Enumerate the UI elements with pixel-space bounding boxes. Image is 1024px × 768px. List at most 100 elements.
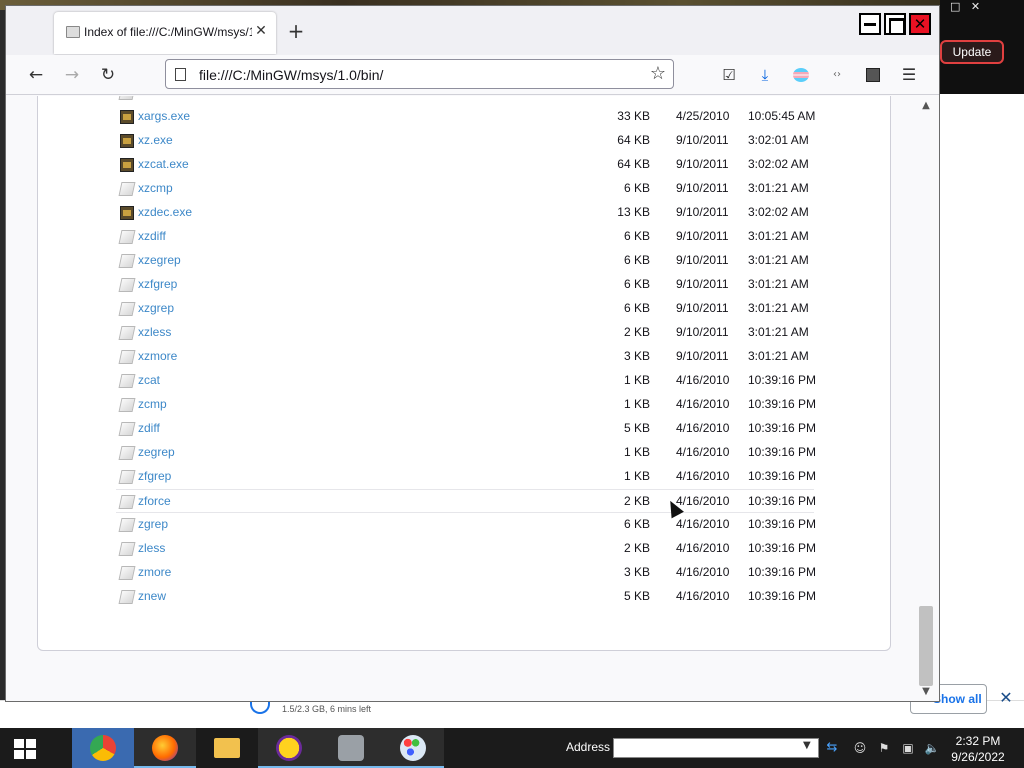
address-bar[interactable]: file:///C:/MinGW/msys/1.0/bin/ ☆ [165, 59, 674, 89]
scroll-thumb[interactable] [919, 606, 933, 686]
file-icon [118, 254, 136, 268]
file-link[interactable]: znew [138, 589, 166, 603]
file-size: 64 KB [617, 157, 650, 171]
hamburger-menu-icon[interactable]: ☰ [897, 63, 921, 87]
pocket-icon[interactable]: ☑ [717, 63, 741, 87]
file-link[interactable]: xzless [138, 325, 171, 339]
tab-directory-index[interactable]: Index of file:///C:/MinGW/msys/1.0/bin/ … [54, 12, 276, 54]
taskbar-paint[interactable] [382, 728, 444, 768]
new-tab-plus-icon[interactable]: + [286, 21, 306, 42]
page-content: which 2 KB 7/11/2009 2:34:36 PM xargs.exe 33 … [6, 96, 939, 701]
bookmark-star-icon[interactable]: ☆ [648, 64, 668, 84]
scroll-down-icon[interactable]: ▼ [918, 686, 934, 698]
tab-close-icon[interactable]: ✕ [253, 23, 269, 39]
file-link[interactable]: xzmore [138, 349, 177, 363]
executable-file-icon [120, 110, 134, 124]
file-time: 10:39:16 PM [748, 469, 817, 483]
taskbar-file-explorer[interactable] [196, 728, 258, 768]
windows-start-icon[interactable] [14, 739, 38, 759]
file-date: 9/10/2011 [676, 301, 729, 315]
file-link[interactable]: xzcat.exe [138, 157, 189, 171]
file-link[interactable]: zcmp [138, 397, 167, 411]
minimize-button[interactable] [859, 13, 881, 35]
forward-arrow-icon[interactable]: → [60, 63, 84, 87]
file-date: 4/16/2010 [676, 517, 730, 531]
file-link[interactable]: zdiff [138, 421, 160, 435]
close-window-button[interactable] [909, 13, 931, 35]
file-link[interactable]: xzfgrep [138, 277, 177, 291]
file-time: 10:39:16 PM [748, 589, 817, 603]
file-size: 6 KB [623, 253, 650, 267]
file-time: 3:01:21 AM [748, 229, 809, 243]
update-button[interactable]: Update [940, 40, 1004, 64]
file-date: 4/16/2010 [676, 445, 730, 459]
file-row: xargs.exe 33 KB 4/25/2010 10:05:45 AM [116, 105, 816, 129]
file-link[interactable]: which [138, 96, 169, 99]
file-row: zmore 3 KB 4/16/2010 10:39:16 PM [116, 561, 816, 585]
chevron-down-icon[interactable]: ▼ [803, 740, 811, 751]
file-date: 9/10/2011 [676, 181, 729, 195]
file-link[interactable]: zmore [138, 565, 171, 579]
taskbar-yahoo-messenger[interactable] [258, 728, 320, 768]
folder-icon [214, 738, 240, 758]
emoji-tray-icon[interactable]: ☺ [852, 740, 868, 756]
taskbar-chrome[interactable] [72, 728, 134, 768]
file-row: zforce 2 KB 4/16/2010 10:39:16 PM [116, 489, 816, 513]
back-arrow-icon[interactable]: ← [24, 63, 48, 87]
url-text[interactable]: file:///C:/MinGW/msys/1.0/bin/ [199, 67, 383, 83]
file-link[interactable]: zforce [138, 494, 171, 508]
extension-icon[interactable]: ‹› [825, 63, 849, 87]
file-time: 3:01:21 AM [748, 181, 809, 195]
taskbar-firefox[interactable] [134, 728, 196, 768]
file-link[interactable]: xzdec.exe [138, 205, 192, 219]
download-arrow-icon[interactable]: ⤓ [753, 63, 777, 87]
download-bar-close-icon[interactable]: ✕ [996, 688, 1016, 708]
tab-strip: Index of file:///C:/MinGW/msys/1.0/bin/ … [6, 6, 939, 55]
file-link[interactable]: zfgrep [138, 469, 171, 483]
clock-date: 9/26/2022 [951, 750, 1005, 764]
file-link[interactable]: zegrep [138, 445, 175, 459]
file-date: 4/16/2010 [676, 541, 730, 555]
file-link[interactable]: xzgrep [138, 301, 174, 315]
file-link[interactable]: zless [138, 541, 165, 555]
file-row: zcmp 1 KB 4/16/2010 10:39:16 PM [116, 393, 817, 417]
chrome-icon [90, 735, 116, 761]
file-link[interactable]: zgrep [138, 517, 168, 531]
file-link[interactable]: xzdiff [138, 229, 166, 243]
go-arrows-icon[interactable]: ⇆ [823, 740, 841, 756]
scroll-up-icon[interactable]: ▲ [918, 100, 934, 112]
file-icon [118, 518, 136, 532]
file-time: 10:05:45 AM [748, 109, 816, 123]
page-icon [66, 26, 80, 38]
taskbar-video-editor[interactable] [320, 728, 382, 768]
file-link[interactable]: xzegrep [138, 253, 181, 267]
navigation-toolbar: ← → ↻ file:///C:/MinGW/msys/1.0/bin/ ☆ ☑… [6, 55, 939, 95]
reload-icon[interactable]: ↻ [96, 63, 120, 87]
file-size: 1 KB [623, 445, 650, 459]
file-link[interactable]: xz.exe [138, 133, 173, 147]
system-clock[interactable]: 2:32 PM 9/26/2022 [950, 733, 1006, 765]
extension-flag-icon[interactable] [789, 63, 813, 87]
file-time: 10:39:16 PM [748, 397, 817, 411]
file-icon [118, 230, 136, 244]
file-link[interactable]: xargs.exe [138, 109, 190, 123]
file-icon [118, 398, 136, 412]
address-toolbar-input[interactable] [613, 738, 819, 758]
volume-icon[interactable]: 🔈 [924, 740, 940, 756]
maximize-button[interactable] [884, 13, 906, 35]
vertical-scrollbar[interactable]: ▲ ▼ [918, 96, 934, 701]
file-link[interactable]: xzcmp [138, 181, 173, 195]
file-date: 4/16/2010 [676, 397, 730, 411]
file-time: 3:01:21 AM [748, 301, 809, 315]
file-size: 6 KB [623, 229, 650, 243]
file-row: xzmore 3 KB 9/10/2011 3:01:21 AM [116, 345, 814, 369]
extension-tile-icon[interactable] [861, 63, 885, 87]
background-window-controls: □ ✕ [950, 0, 981, 13]
network-tray-icon[interactable]: ▣ [900, 740, 916, 756]
tab-title: Index of file:///C:/MinGW/msys/1.0/bin/ [84, 25, 252, 39]
file-row: znew 5 KB 4/16/2010 10:39:16 PM [116, 585, 817, 609]
file-date: 9/10/2011 [676, 157, 729, 171]
file-link[interactable]: zcat [138, 373, 160, 387]
file-date: 9/10/2011 [676, 253, 729, 267]
flag-tray-icon[interactable]: ⚑ [876, 740, 892, 756]
